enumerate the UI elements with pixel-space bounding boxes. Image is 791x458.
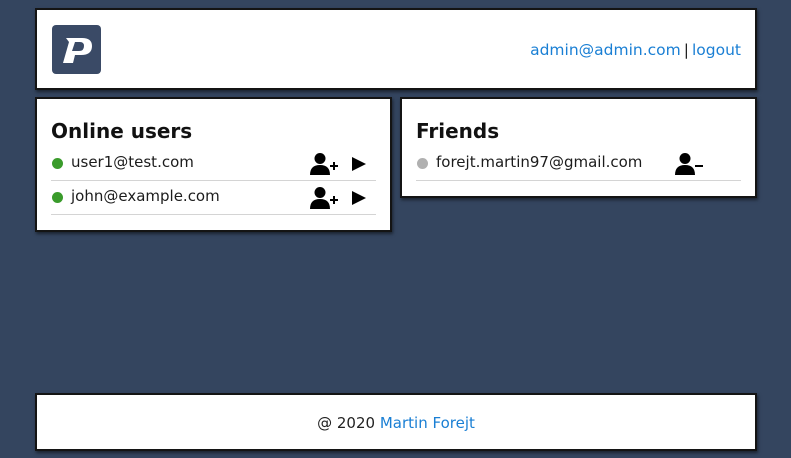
- user-plus-icon[interactable]: [310, 186, 340, 210]
- copyright-text: @ 2020: [317, 414, 376, 432]
- footer-bar: @ 2020 Martin Forejt: [35, 393, 757, 451]
- auth-separator: |: [683, 41, 689, 59]
- play-icon[interactable]: [349, 152, 369, 176]
- online-users-title: Online users: [51, 119, 193, 143]
- user-email: john@example.com: [71, 187, 220, 205]
- online-status-dot: [52, 192, 63, 203]
- offline-status-dot: [417, 158, 428, 169]
- friends-panel: Friends forejt.martin97@gmail.com: [400, 97, 757, 198]
- friends-list: forejt.martin97@gmail.com: [416, 147, 741, 181]
- p-logo-icon[interactable]: [52, 25, 101, 74]
- list-item: john@example.com: [51, 181, 376, 215]
- list-item: user1@test.com: [51, 147, 376, 181]
- logout-link[interactable]: logout: [692, 41, 741, 59]
- header-bar: admin@admin.com | logout: [35, 8, 757, 90]
- auth-links: admin@admin.com | logout: [530, 41, 741, 59]
- online-users-panel: Online users user1@test.com john@example…: [35, 97, 392, 232]
- play-icon[interactable]: [349, 186, 369, 210]
- footer-credit: @ 2020 Martin Forejt: [37, 414, 755, 432]
- online-users-list: user1@test.com john@example.com: [51, 147, 376, 215]
- friends-title: Friends: [416, 119, 500, 143]
- user-plus-icon[interactable]: [310, 152, 340, 176]
- list-item: forejt.martin97@gmail.com: [416, 147, 741, 181]
- friend-email: forejt.martin97@gmail.com: [436, 153, 643, 171]
- online-status-dot: [52, 158, 63, 169]
- user-minus-icon[interactable]: [675, 152, 705, 176]
- current-user-link[interactable]: admin@admin.com: [530, 41, 681, 59]
- user-email: user1@test.com: [71, 153, 194, 171]
- author-link[interactable]: Martin Forejt: [380, 414, 475, 432]
